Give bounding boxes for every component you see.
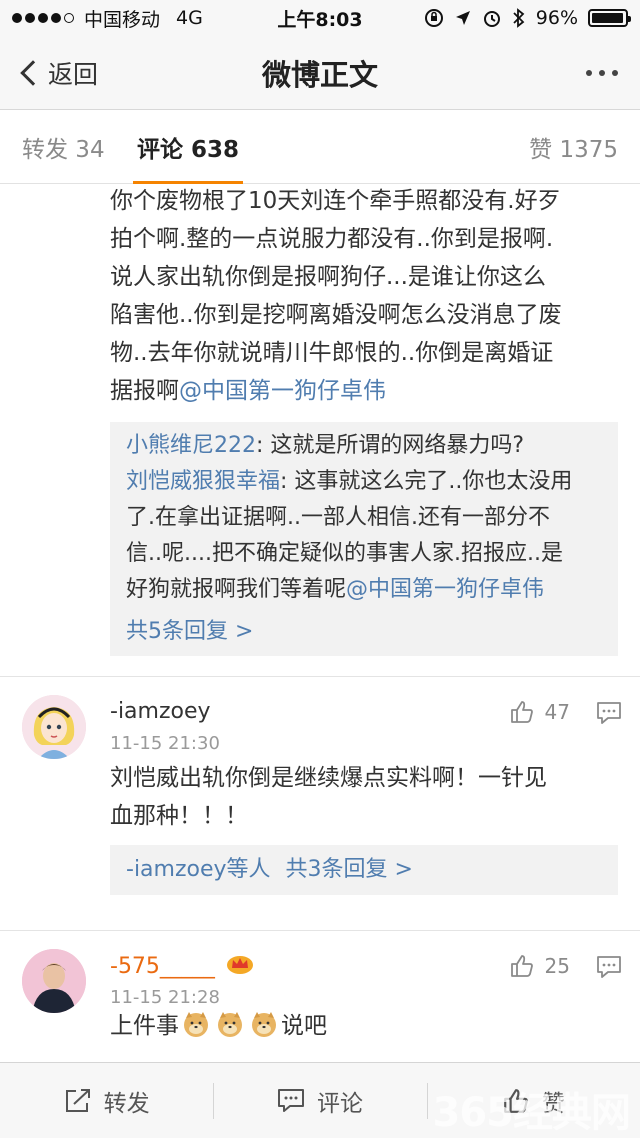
more-options-button[interactable]	[586, 36, 618, 110]
comment-text: 上件事	[110, 1013, 179, 1039]
signal-strength-icon	[12, 13, 74, 23]
repost-button[interactable]: 转发	[0, 1063, 213, 1138]
back-label: 返回	[48, 60, 99, 89]
reply-username[interactable]: 小熊维尼222	[126, 433, 256, 458]
comment-username[interactable]: -iamzoey	[110, 699, 211, 724]
comment-icon	[277, 1088, 304, 1112]
comment-username[interactable]: -575_____	[110, 953, 254, 979]
tab-like[interactable]: 赞 1375	[529, 110, 618, 184]
battery-percent: 96%	[535, 7, 578, 29]
more-replies-link[interactable]: 共3条回复 >	[286, 857, 413, 882]
comment-body: 你个废物根了10天刘连个牵手照都没有.好歹 拍个啊.整的一点说服力都没有..你到…	[110, 184, 620, 410]
comment-item: -575_____ 11-15 21:28 25 上件事 说吧	[0, 931, 640, 1060]
reply-item: 小熊维尼222: 这就是所谓的网络暴力吗?	[126, 428, 602, 464]
mention-link[interactable]: @中国第一狗仔卓伟	[346, 577, 544, 602]
comment-line: 据报啊@中国第一狗仔卓伟	[110, 372, 620, 410]
location-icon	[455, 11, 470, 25]
reply-text-line: 好狗就报啊我们等着呢@中国第一狗仔卓伟	[126, 572, 602, 608]
like-label: 赞	[541, 1090, 565, 1117]
like-button[interactable]: 25	[509, 953, 570, 979]
reply-text-line: 信..呢....把不确定疑似的事害人家.招报应..是	[126, 541, 563, 566]
thumbs-up-icon	[510, 955, 533, 977]
like-post-button[interactable]: 赞	[426, 1063, 640, 1138]
bluetooth-icon	[513, 8, 525, 28]
reply-icon[interactable]	[596, 955, 622, 979]
comment-item: -iamzoey 11-15 21:30 47 刘恺威出轨你倒是继续爆点实料啊！…	[0, 677, 640, 931]
reply-text: : 这事就这么完了..你也太没用	[280, 469, 573, 494]
tab-comment[interactable]: 评论 638	[132, 110, 244, 184]
rotation-lock-icon	[424, 9, 443, 27]
bottom-toolbar: 转发 评论 赞	[0, 1062, 640, 1138]
like-count: 47	[544, 700, 570, 724]
doge-emoji-icon	[252, 1012, 276, 1037]
status-bar: 中国移动 4G 上午8:03 96%	[0, 0, 640, 36]
comment-line: 陷害他..你到是挖啊离婚没啊怎么没消息了废	[110, 302, 562, 328]
reply-item: 刘恺威狠狠幸福: 这事就这么完了..你也太没用	[126, 464, 602, 500]
more-replies-link[interactable]: 共5条回复 >	[126, 614, 602, 650]
username-text: -575_____	[110, 954, 215, 979]
comment-timestamp: 11-15 21:28	[110, 987, 220, 1008]
avatar[interactable]	[22, 949, 86, 1013]
comment-body: 上件事 说吧	[110, 1007, 610, 1045]
comment-list: 你个废物根了10天刘连个牵手照都没有.好歹 拍个啊.整的一点说服力都没有..你到…	[0, 184, 640, 1060]
alarm-icon	[483, 11, 500, 27]
comment-line: 血那种！！！	[110, 803, 248, 829]
reply-text-line: 了.在拿出证据啊..一部人相信.还有一部分不	[126, 505, 550, 530]
mention-link[interactable]: @中国第一狗仔卓伟	[179, 378, 386, 404]
comment-label: 评论	[316, 1090, 363, 1117]
comment-line: 物..去年你就说晴川牛郎恨的..你倒是离婚证	[110, 340, 554, 366]
comment-body: 刘恺威出轨你倒是继续爆点实料啊！一针见 血那种！！！	[110, 759, 610, 835]
comment-line: 你个废物根了10天刘连个牵手照都没有.好歹	[110, 188, 561, 214]
reply-users[interactable]: -iamzoey等人	[126, 857, 271, 882]
battery-icon	[588, 9, 631, 27]
chevron-left-icon	[20, 60, 46, 86]
comment-line: 刘恺威出轨你倒是继续爆点实料啊！一针见	[110, 765, 547, 791]
nav-bar: 返回 微博正文	[0, 36, 640, 110]
comment-text: 据报啊	[110, 378, 179, 404]
like-button[interactable]: 47	[509, 699, 570, 725]
thumbs-up-icon	[503, 1088, 528, 1113]
tab-repost[interactable]: 转发 34	[22, 110, 105, 184]
carrier-label: 中国移动	[84, 8, 161, 31]
comment-text: 说吧	[281, 1013, 327, 1039]
reply-text: : 这就是所谓的网络暴力吗?	[256, 433, 525, 458]
network-label: 4G	[176, 7, 203, 29]
comment-button[interactable]: 评论	[213, 1063, 426, 1138]
reply-username[interactable]: 刘恺威狠狠幸福	[126, 469, 280, 494]
doge-emoji-icon	[218, 1012, 242, 1037]
comment-timestamp: 11-15 21:30	[110, 733, 220, 754]
avatar[interactable]	[22, 695, 86, 759]
crown-badge-icon	[226, 956, 253, 974]
repost-label: 转发	[103, 1090, 150, 1117]
comment-line: 拍个啊.整的一点说服力都没有..你到是报啊.	[110, 226, 554, 252]
reply-preview-box[interactable]: -iamzoey等人 共3条回复 >	[110, 845, 618, 895]
reply-icon[interactable]	[596, 701, 622, 725]
share-icon	[65, 1088, 90, 1112]
doge-emoji-icon	[184, 1012, 208, 1037]
reply-text: 好狗就报啊我们等着呢	[126, 577, 347, 602]
comment-line: 说人家出轨你倒是报啊狗仔...是谁让你这么	[110, 264, 546, 290]
thumbs-up-icon	[510, 701, 533, 723]
tab-bar: 转发 34 评论 638 赞 1375	[0, 110, 640, 184]
reply-preview-box[interactable]: 小熊维尼222: 这就是所谓的网络暴力吗? 刘恺威狠狠幸福: 这事就这么完了..…	[110, 422, 618, 656]
like-count: 25	[544, 954, 570, 978]
back-button[interactable]: 返回	[18, 36, 98, 110]
